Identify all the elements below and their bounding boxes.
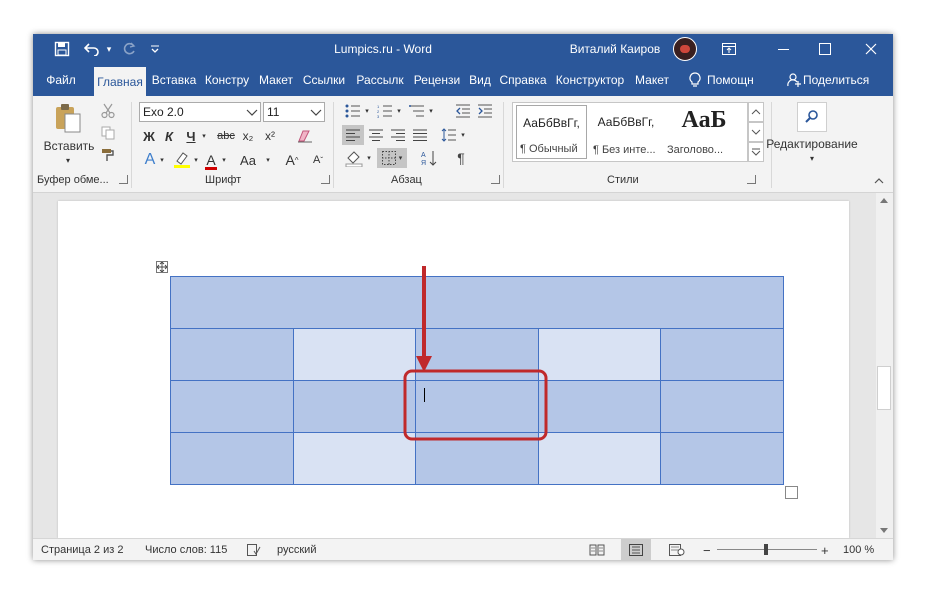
annotation-highlight-box [403, 369, 548, 441]
annotation-overlay [403, 266, 548, 441]
annotation-arrow [416, 266, 432, 372]
